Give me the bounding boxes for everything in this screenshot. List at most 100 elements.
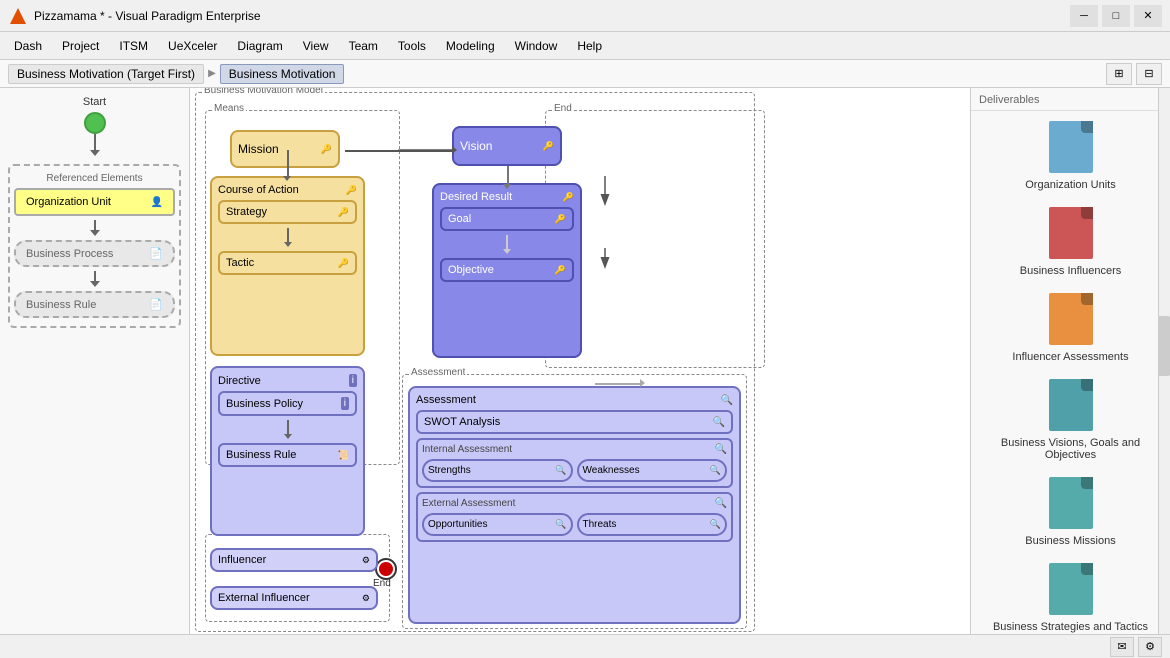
deliverable-business-strategies[interactable]: Business Strategies and Tactics xyxy=(971,553,1170,639)
title-bar: Pizzamama * - Visual Paradigm Enterprise… xyxy=(0,0,1170,32)
deliverable-label-business-strategies: Business Strategies and Tactics xyxy=(993,621,1148,633)
start-circle[interactable] xyxy=(84,112,106,134)
business-process-box[interactable]: Business Process 📄 xyxy=(14,240,175,267)
arrowhead-mission-course xyxy=(283,176,291,181)
tactic-box[interactable]: Tactic 🔑 xyxy=(218,251,357,275)
deliverable-label-influencer-assessments: Influencer Assessments xyxy=(1012,351,1128,363)
end-inner-circle xyxy=(379,562,393,576)
course-label: Course of Action xyxy=(218,184,299,196)
breadcrumb-item-2[interactable]: Business Motivation xyxy=(220,64,345,84)
menu-tools[interactable]: Tools xyxy=(388,35,436,57)
info-icon-bp: i xyxy=(341,397,349,410)
settings-button[interactable]: ⚙ xyxy=(1138,637,1162,657)
mail-button[interactable]: ✉ xyxy=(1110,637,1134,657)
menu-modeling[interactable]: Modeling xyxy=(436,35,505,57)
menu-dash[interactable]: Dash xyxy=(4,35,52,57)
deliverable-label-bvgo: Business Visions, Goals and Objectives xyxy=(979,437,1162,461)
deliverable-business-influencers[interactable]: Business Influencers xyxy=(971,197,1170,283)
breadcrumb-arrow: ▶ xyxy=(208,68,216,79)
panel-toggle-1[interactable]: ⊞ xyxy=(1106,63,1132,85)
scroll-icon-2: 📄 xyxy=(149,298,163,311)
menu-project[interactable]: Project xyxy=(52,35,109,57)
magnify-icon-opp: 🔍 xyxy=(555,519,566,530)
business-rule-box[interactable]: Business Rule 📜 xyxy=(218,443,357,467)
external-assessment-box[interactable]: External Assessment 🔍 Opportunities 🔍 Th… xyxy=(416,492,733,542)
vision-desired-arrow xyxy=(503,184,511,189)
magnify-icon-thr: 🔍 xyxy=(710,519,721,530)
business-rule-side-box[interactable]: Business Rule 📄 xyxy=(14,291,175,318)
deliverable-influencer-assessments[interactable]: Influencer Assessments xyxy=(971,283,1170,369)
assessment-outer-label: Assessment xyxy=(409,367,467,378)
menu-window[interactable]: Window xyxy=(505,35,568,57)
directive-box[interactable]: Directive i Business Policy i Business R… xyxy=(210,366,365,536)
breadcrumb-item-1[interactable]: Business Motivation (Target First) xyxy=(8,64,204,84)
start-node-area: Start xyxy=(8,96,181,156)
menu-itsm[interactable]: ITSM xyxy=(109,35,158,57)
swot-box[interactable]: SWOT Analysis 🔍 xyxy=(416,410,733,434)
influencer-box[interactable]: Influencer ⚙ xyxy=(210,548,378,572)
magnify-icon-assessment: 🔍 xyxy=(721,395,733,406)
external-influencer-box[interactable]: External Influencer ⚙ xyxy=(210,586,378,610)
close-button[interactable]: ✕ xyxy=(1134,5,1162,27)
course-title: Course of Action 🔑 xyxy=(218,184,357,196)
key-icon-goal: 🔑 xyxy=(555,214,566,225)
desired-arrow-line xyxy=(506,235,508,249)
deliverable-org-units[interactable]: Organization Units xyxy=(971,111,1170,197)
org-unit-box[interactable]: Organization Unit 👤 xyxy=(14,188,175,216)
strategy-box[interactable]: Strategy 🔑 xyxy=(218,200,357,224)
menu-team[interactable]: Team xyxy=(339,35,388,57)
desired-result-box[interactable]: Desired Result 🔑 Goal 🔑 Objective 🔑 xyxy=(432,183,582,358)
key-icon-desired: 🔑 xyxy=(563,192,574,203)
opportunities-box[interactable]: Opportunities 🔍 xyxy=(422,513,573,536)
assessment-box[interactable]: Assessment 🔍 SWOT Analysis 🔍 Internal As… xyxy=(408,386,741,624)
minimize-button[interactable]: ─ xyxy=(1070,5,1098,27)
scroll-icon-1: 📄 xyxy=(149,247,163,260)
key-icon-course: 🔑 xyxy=(346,185,357,196)
internal-assessment-box[interactable]: Internal Assessment 🔍 Strengths 🔍 Weakne… xyxy=(416,438,733,488)
business-process-label: Business Process xyxy=(26,248,113,260)
goal-box[interactable]: Goal 🔑 xyxy=(440,207,574,231)
deliverable-bvgo[interactable]: Business Visions, Goals and Objectives xyxy=(971,369,1170,467)
deliverable-business-missions[interactable]: Business Missions xyxy=(971,467,1170,553)
mission-label: Mission xyxy=(238,142,279,156)
weaknesses-label: Weaknesses xyxy=(583,465,640,476)
business-policy-box[interactable]: Business Policy i xyxy=(218,391,357,416)
desired-arrow-head xyxy=(503,249,511,254)
org-unit-label: Organization Unit xyxy=(26,196,111,208)
scrollbar-thumb[interactable] xyxy=(1158,316,1170,376)
person-icon: 👤 xyxy=(151,197,163,208)
menu-diagram[interactable]: Diagram xyxy=(227,35,292,57)
vision-label: Vision xyxy=(460,139,492,153)
key-icon-mission: 🔑 xyxy=(321,144,332,155)
objective-box[interactable]: Objective 🔑 xyxy=(440,258,574,282)
desired-assessment-line xyxy=(595,383,640,385)
desired-title: Desired Result 🔑 xyxy=(440,191,574,203)
end-region-label: End xyxy=(552,103,574,114)
weaknesses-box[interactable]: Weaknesses 🔍 xyxy=(577,459,728,482)
maximize-button[interactable]: □ xyxy=(1102,5,1130,27)
main-layout: Start Referenced Elements Organization U… xyxy=(0,88,1170,658)
vision-box[interactable]: Vision 🔑 xyxy=(452,126,562,166)
arrow-head-3 xyxy=(90,281,100,287)
key-icon-tactic: 🔑 xyxy=(338,258,349,269)
menu-view[interactable]: View xyxy=(293,35,339,57)
magnify-icon-str: 🔍 xyxy=(555,465,566,476)
panel-toggle-2[interactable]: ⊟ xyxy=(1136,63,1162,85)
menu-help[interactable]: Help xyxy=(567,35,612,57)
strengths-box[interactable]: Strengths 🔍 xyxy=(422,459,573,482)
menu-uexceler[interactable]: UeXceler xyxy=(158,35,227,57)
breadcrumb-bar: Business Motivation (Target First) ▶ Bus… xyxy=(0,60,1170,88)
canvas-area[interactable]: Business Motivation Model Means End Asse… xyxy=(190,88,970,658)
arrow-head-1 xyxy=(90,150,100,156)
app-icon xyxy=(8,6,28,26)
means-label: Means xyxy=(212,103,246,114)
deliverable-label-business-influencers: Business Influencers xyxy=(1020,265,1122,277)
start-label: Start xyxy=(83,96,106,108)
strengths-label: Strengths xyxy=(428,465,471,476)
threats-box[interactable]: Threats 🔍 xyxy=(577,513,728,536)
menu-bar: Dash Project ITSM UeXceler Diagram View … xyxy=(0,32,1170,60)
internal-label: Internal Assessment xyxy=(422,444,512,455)
course-of-action-box[interactable]: Course of Action 🔑 Strategy 🔑 Tactic 🔑 xyxy=(210,176,365,356)
mission-box[interactable]: Mission 🔑 xyxy=(230,130,340,168)
scrollbar-track[interactable] xyxy=(1158,88,1170,658)
